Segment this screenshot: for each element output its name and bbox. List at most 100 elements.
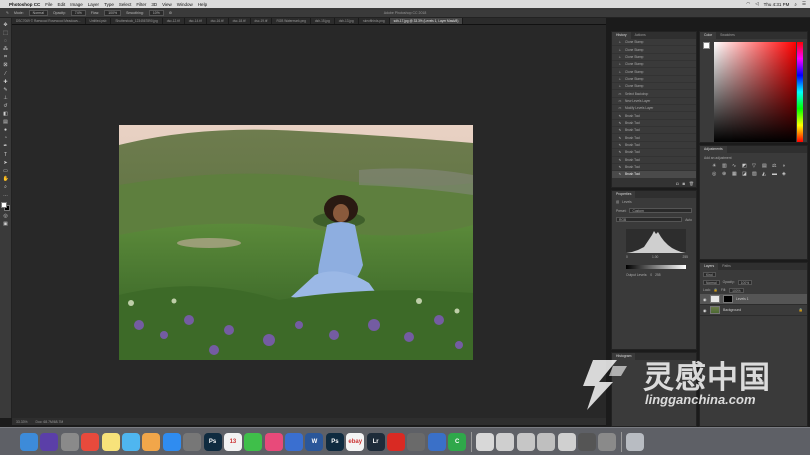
volume-icon[interactable]: ◁ [755,1,758,7]
doc-tab[interactable]: dsc-16.tif [207,18,229,24]
eye-icon[interactable]: ◉ [703,297,707,302]
doc-tab[interactable]: dsc-12.tif [163,18,185,24]
quick-mask-icon[interactable]: ◎ [3,213,9,220]
doc-tab[interactable]: Shutterstock_1234567890.jpg [111,18,163,24]
channel-mixer-icon[interactable]: ⊕ [722,171,730,177]
preset-select[interactable]: Custom [629,208,692,213]
zoom-tool-icon[interactable]: ⌕ [3,184,9,191]
opacity-field[interactable]: 74% [70,9,86,16]
smoothing-field[interactable]: 10% [148,9,164,16]
history-item[interactable]: ✎ Brush Tool [612,127,696,135]
history-item[interactable]: ⊥ Clone Stamp [612,61,696,69]
history-item[interactable]: ✎ Brush Tool [612,149,696,157]
history-item[interactable]: ⊥ Clone Stamp [612,54,696,62]
blend-mode-select[interactable]: Normal [703,279,720,285]
document-photo[interactable] [119,125,473,360]
menu-edit[interactable]: Edit [58,2,66,7]
gradient-tool-icon[interactable]: ▤ [3,119,9,126]
layer-opacity-field[interactable]: 100% [737,279,753,285]
color-lookup-icon[interactable]: ▦ [732,171,740,177]
tab-paths[interactable]: Paths [718,263,735,270]
system-preferences-icon[interactable] [183,432,202,451]
photos-icon[interactable] [142,432,161,451]
foreground-color-swatch[interactable] [1,202,7,209]
eraser-tool-icon[interactable]: ◧ [3,111,9,118]
document-stack-icon[interactable] [537,432,556,451]
history-item[interactable]: ⊥ Clone Stamp [612,68,696,76]
launchpad-icon[interactable] [60,432,79,451]
camera-icon[interactable]: ◙ [683,181,685,186]
output-white[interactable]: 255 [655,273,661,277]
history-item[interactable]: ✎ Brush Tool [612,164,696,172]
chrome-icon[interactable] [81,432,100,451]
history-item[interactable]: ✎ Brush Tool [612,112,696,120]
history-item[interactable]: ▭ Modify Levels Layer [612,105,696,113]
trash-icon[interactable] [626,432,645,451]
gear-icon[interactable]: ⚙ [169,11,172,15]
input-white[interactable]: 255 [682,255,688,259]
doc-tab[interactable]: dsh-13.jpg [335,18,359,24]
tab-actions[interactable]: Actions [631,32,650,39]
lock-icon[interactable]: 🔒 [714,288,718,292]
levels-icon[interactable]: ▥ [722,163,730,169]
camtasia-icon[interactable]: C [448,432,467,451]
curves-icon[interactable]: ∿ [732,163,740,169]
quick-select-tool-icon[interactable]: ⁂ [3,46,9,53]
menu-view[interactable]: View [162,2,172,7]
screen-mode-icon[interactable]: ▣ [3,221,9,228]
wifi-icon[interactable]: ◠ [746,1,750,7]
calendar-icon[interactable]: 13 [223,432,242,451]
brightness-contrast-icon[interactable]: ☀ [712,163,720,169]
menu-window[interactable]: Window [177,2,193,7]
lasso-tool-icon[interactable]: ◌ [3,38,9,45]
photo-filter-icon[interactable]: ◎ [712,171,720,177]
doc-tab-active[interactable]: sdh-17.jpg @ 33.3% (Levels 1, Layer Mask… [389,18,464,24]
rectangle-tool-icon[interactable]: ▭ [3,168,9,175]
selective-color-icon[interactable]: ◈ [782,171,790,177]
crop-tool-icon[interactable]: ⌗ [3,54,9,61]
hand-tool-icon[interactable]: ✋ [3,176,9,183]
ebay-icon[interactable]: ebay [346,432,365,451]
gradient-map-icon[interactable]: ▬ [772,171,780,177]
doc-tab[interactable]: DSC7069 © Raewood Rosewood Meadows... [12,18,86,24]
layer-mask-thumbnail[interactable] [723,295,733,303]
type-tool-icon[interactable]: T [3,152,9,159]
doc-tab[interactable]: ruleofthirds.png [359,18,390,24]
doc-tab[interactable]: dsc-14.tif [185,18,207,24]
foreground-color-chip[interactable] [703,42,710,49]
exposure-icon[interactable]: ◩ [742,163,750,169]
tab-adjustments[interactable]: Adjustments [700,146,727,153]
document-stack-icon[interactable] [577,432,596,451]
doc-tab[interactable]: dsc-19.tif [251,18,273,24]
photoshop-icon[interactable]: Ps [325,432,344,451]
blur-tool-icon[interactable]: ● [3,127,9,134]
itunes-icon[interactable] [264,432,283,451]
healing-brush-tool-icon[interactable]: ✚ [3,79,9,86]
history-item[interactable]: ⊥ Clone Stamp [612,76,696,84]
document-stack-icon[interactable] [557,432,576,451]
menu-select[interactable]: Select [119,2,132,7]
facetime-icon[interactable] [244,432,263,451]
hue-saturation-icon[interactable]: ▤ [762,163,770,169]
menu-file[interactable]: File [45,2,52,7]
history-item[interactable]: ✎ Brush Tool [612,157,696,164]
clone-stamp-tool-icon[interactable]: ⊥ [3,95,9,102]
document-stack-icon[interactable] [598,432,617,451]
notification-center-icon[interactable]: ☰ [802,1,806,7]
threshold-icon[interactable]: ◭ [762,171,770,177]
menu-help[interactable]: Help [198,2,207,7]
input-black[interactable]: 0 [626,255,628,259]
history-item[interactable]: ⊥ Clone Stamp [612,83,696,91]
trash-icon[interactable]: 🗑 [689,181,694,186]
channel-select[interactable]: RGB [616,217,683,222]
invert-icon[interactable]: ◪ [742,171,750,177]
history-item[interactable]: ✎ Brush Tool [612,134,696,142]
kind-filter-select[interactable]: Kind [703,271,716,277]
doc-tab[interactable]: Untitled.psb [86,18,112,24]
tab-properties[interactable]: Properties [612,191,636,198]
more-tools-icon[interactable]: … [3,192,9,199]
menu-3d[interactable]: 3D [151,2,157,7]
hue-slider[interactable] [797,42,803,142]
color-swatches[interactable] [1,202,10,212]
canvas-area[interactable] [12,25,606,418]
